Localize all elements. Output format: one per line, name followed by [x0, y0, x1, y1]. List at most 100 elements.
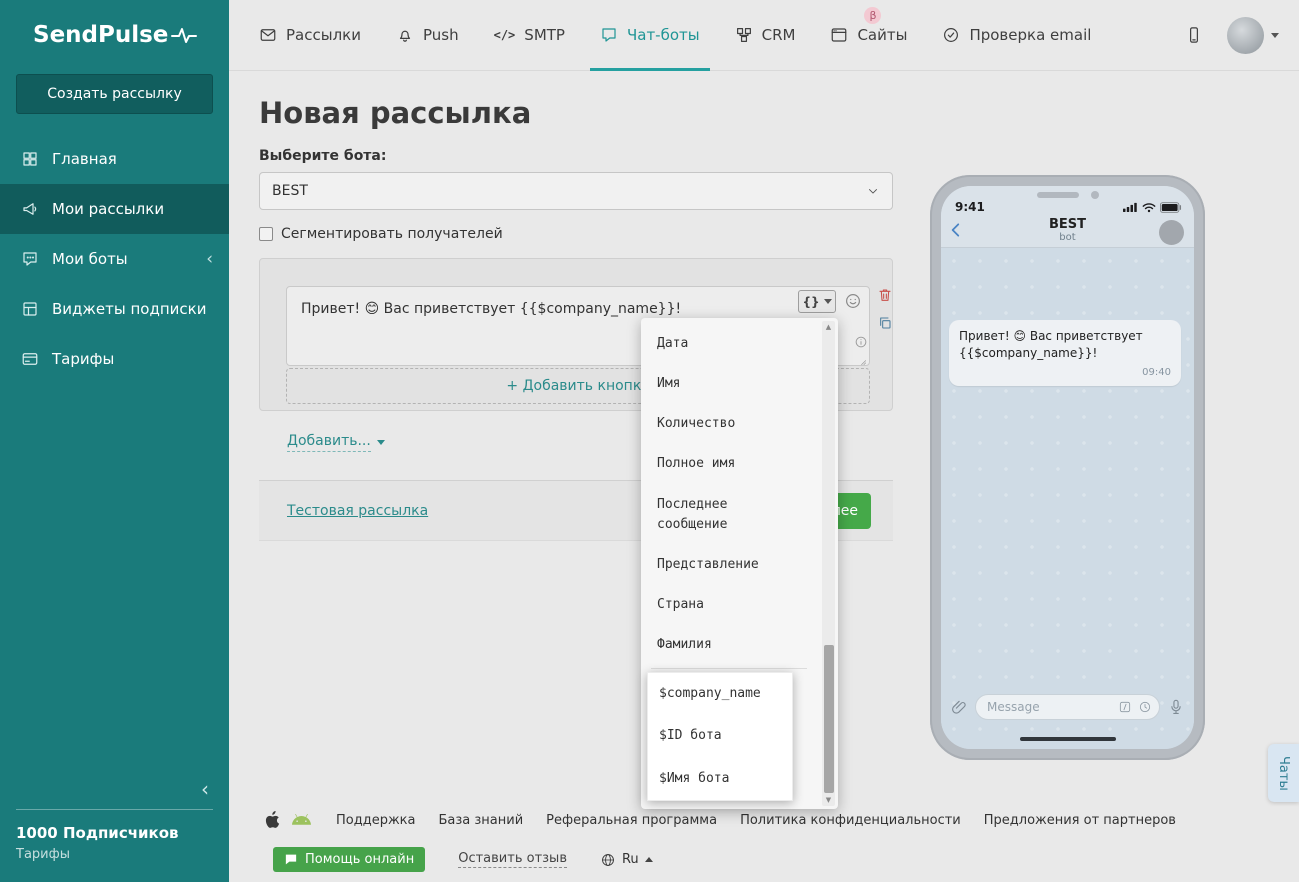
segment-checkbox-row[interactable]: Сегментировать получателей: [259, 226, 503, 242]
dropdown-item-presentation[interactable]: Представление: [643, 545, 795, 585]
segment-checkbox[interactable]: [259, 227, 273, 241]
divider: [16, 809, 213, 810]
sidebar-item-pricing[interactable]: Тарифы: [0, 334, 229, 384]
bot-select-label: Выберите бота:: [259, 148, 386, 164]
dropdown-item-bot-id[interactable]: $ID бота: [648, 715, 792, 757]
megaphone-icon: [21, 200, 39, 218]
add-button-label: + Добавить кнопку: [506, 378, 649, 394]
dropdown-item-bot-name[interactable]: $Имя бота: [648, 758, 792, 800]
dropdown-item-name[interactable]: Имя: [643, 364, 795, 404]
navbar-right: [1185, 17, 1279, 54]
camera-dot: [1091, 191, 1099, 199]
footer-link-knowledge-base[interactable]: База знаний: [439, 813, 524, 828]
dropdown-item-last-message[interactable]: Последнее сообщение: [643, 485, 795, 545]
sidebar-item-label: Виджеты подписки: [52, 300, 206, 318]
sidebar-menu: Главная Мои рассылки Мои боты ‹ Виджеты …: [0, 134, 229, 384]
tab-chatbots[interactable]: Чат-боты: [600, 0, 700, 70]
add-more-link[interactable]: Добавить...: [287, 433, 385, 452]
dropdown-item-date[interactable]: Дата: [643, 324, 795, 364]
scroll-down-icon[interactable]: ▼: [822, 795, 835, 805]
footer-link-partner-offers[interactable]: Предложения от партнеров: [984, 813, 1176, 828]
footer-link-referral[interactable]: Реферальная программа: [546, 813, 717, 828]
browser-icon: [830, 26, 848, 44]
store-icons: [265, 811, 311, 829]
language-switcher[interactable]: Ru: [600, 852, 653, 868]
slash-command-icon: [1118, 700, 1132, 714]
sidebar-item-subscription-widgets[interactable]: Виджеты подписки: [0, 284, 229, 334]
segment-checkbox-label: Сегментировать получателей: [281, 226, 503, 242]
scroll-up-icon[interactable]: ▲: [822, 322, 835, 332]
sidebar-item-my-campaigns[interactable]: Мои рассылки: [0, 184, 229, 234]
scrollbar-thumb[interactable]: [824, 645, 834, 793]
code-icon: </>: [494, 28, 516, 42]
copy-message-icon[interactable]: [877, 315, 893, 331]
preview-message-text: Привет! 😊 Вас приветствует {{$company_na…: [959, 329, 1143, 360]
tab-label: Проверка email: [969, 26, 1091, 44]
tab-crm[interactable]: CRM: [735, 0, 796, 70]
braces-icon: {}: [802, 296, 819, 308]
sendpulse-logo[interactable]: SendPulse: [0, 0, 229, 48]
service-tabs: Рассылки Push </> SMTP Чат-боты CRM Сайт…: [259, 0, 1091, 70]
test-campaign-link[interactable]: Тестовая рассылка: [287, 503, 428, 519]
bot-select-value: BEST: [272, 183, 308, 199]
emoji-picker-button[interactable]: [844, 292, 862, 310]
bot-select[interactable]: BEST: [259, 172, 893, 210]
subscribers-pricing-link[interactable]: Тарифы: [16, 847, 213, 862]
tab-smtp[interactable]: </> SMTP: [494, 0, 565, 70]
tab-label: SMTP: [524, 26, 565, 44]
status-time: 9:41: [955, 200, 985, 214]
contact-avatar: [1159, 220, 1184, 245]
contact-name: BEST: [941, 218, 1194, 232]
tab-push[interactable]: Push: [396, 0, 459, 70]
apple-icon[interactable]: [265, 811, 280, 829]
dropdown-item-company-name[interactable]: $company_name: [648, 673, 792, 715]
footer-links-row: Поддержка База знаний Реферальная програ…: [265, 811, 1176, 829]
language-label: Ru: [622, 852, 639, 867]
delete-message-icon[interactable]: [877, 287, 893, 303]
footer-link-privacy[interactable]: Политика конфиденциальности: [740, 813, 961, 828]
pulse-icon: [171, 25, 197, 45]
beta-badge: β: [864, 7, 881, 24]
dropdown-item-country[interactable]: Страна: [643, 585, 795, 625]
phone-screen: Привет! 😊 Вас приветствует {{$company_na…: [941, 186, 1194, 749]
main-content: Новая рассылка Выберите бота: BEST Сегме…: [229, 71, 1299, 882]
variables-dropdown: Дата Имя Количество Полное имя Последнее…: [641, 318, 838, 809]
leave-feedback-link[interactable]: Оставить отзыв: [458, 851, 567, 868]
sidebar-item-label: Главная: [52, 150, 117, 168]
top-navbar: Рассылки Push </> SMTP Чат-боты CRM Сайт…: [229, 0, 1299, 71]
dropdown-item-fullname[interactable]: Полное имя: [643, 444, 795, 484]
resize-handle[interactable]: [854, 353, 868, 367]
tab-label: Рассылки: [286, 26, 361, 44]
mobile-app-icon[interactable]: [1185, 26, 1203, 44]
sidebar-item-my-bots[interactable]: Мои боты ‹: [0, 234, 229, 284]
chevron-up-icon: [645, 857, 653, 862]
dropdown-scrollbar[interactable]: ▲ ▼: [822, 321, 835, 806]
sidebar-item-home[interactable]: Главная: [0, 134, 229, 184]
user-menu[interactable]: [1227, 17, 1279, 54]
tab-sites[interactable]: Сайты β: [830, 0, 907, 70]
contact-name-block: BEST bot: [941, 218, 1194, 243]
chat-bot-icon: [21, 250, 39, 268]
chevron-down-icon: [866, 184, 880, 198]
sidebar: SendPulse Создать рассылку Главная Мои р…: [0, 0, 229, 882]
chats-side-tab[interactable]: Чаты: [1268, 744, 1299, 802]
envelope-icon: [259, 26, 277, 44]
tab-email-verification[interactable]: Проверка email: [942, 0, 1091, 70]
create-campaign-button[interactable]: Создать рассылку: [16, 74, 213, 114]
tab-label: Чат-боты: [627, 26, 700, 44]
subscribers-count: 1000 Подписчиков: [16, 824, 213, 842]
online-help-button[interactable]: Помощь онлайн: [273, 847, 425, 872]
info-icon[interactable]: [854, 335, 868, 349]
footer-actions-row: Помощь онлайн Оставить отзыв Ru: [273, 847, 653, 872]
divider: [651, 668, 807, 669]
tab-email-campaigns[interactable]: Рассылки: [259, 0, 361, 70]
dropdown-item-quantity[interactable]: Количество: [643, 404, 795, 444]
android-icon[interactable]: [292, 812, 311, 829]
insert-variable-button[interactable]: {}: [798, 290, 836, 313]
collapse-sidebar-icon[interactable]: ‹: [193, 773, 217, 805]
widget-icon: [21, 300, 39, 318]
footer-link-support[interactable]: Поддержка: [336, 813, 416, 828]
phone-speaker-row: [941, 191, 1194, 199]
sidebar-item-label: Тарифы: [52, 350, 114, 368]
dropdown-item-lastname[interactable]: Фамилия: [643, 625, 795, 665]
